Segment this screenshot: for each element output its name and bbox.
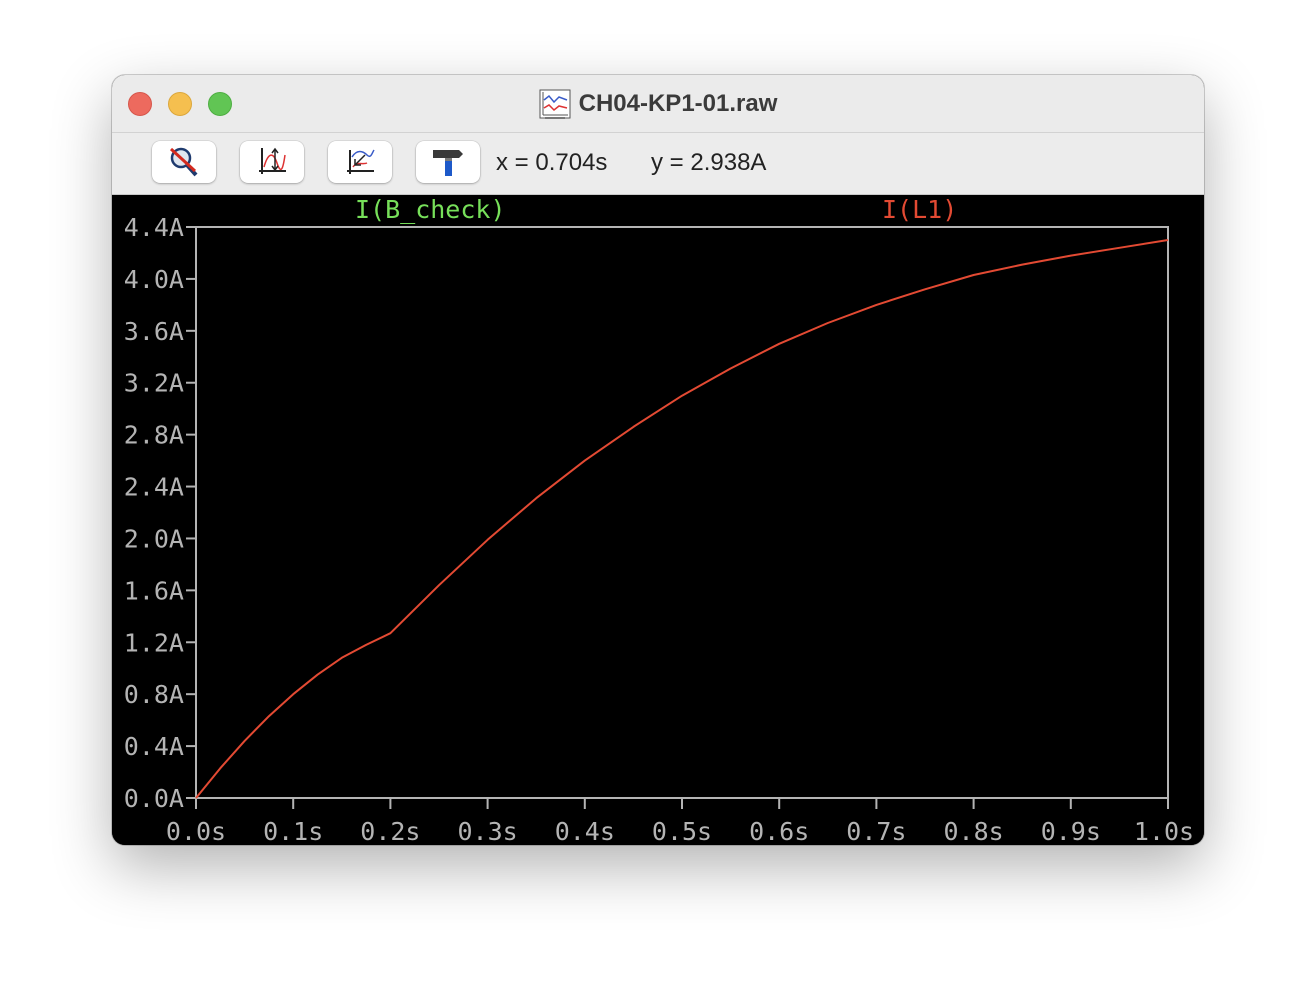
x-tick-label: 0.2s (360, 817, 420, 845)
plot-frame (195, 226, 1169, 799)
y-tick-label: 3.6A (124, 317, 184, 346)
waveform-file-icon (539, 89, 571, 119)
zoom-cancel-button[interactable] (152, 141, 216, 183)
y-tick-label: 4.0A (124, 265, 184, 294)
window-title: CH04-KP1-01.raw (578, 89, 778, 117)
zoom-back-button[interactable] (328, 141, 392, 183)
x-tick-label: 0.1s (263, 817, 323, 845)
y-tick-label: 3.2A (124, 369, 184, 398)
x-tick-label: 0.6s (749, 817, 809, 845)
y-tick-label: 2.4A (124, 473, 184, 502)
y-tick-label: 0.4A (124, 732, 184, 761)
trace-label-b-check[interactable]: I(B_check) (355, 195, 506, 224)
zoom-back-icon (347, 149, 375, 174)
y-tick-label: 0.8A (124, 680, 184, 709)
x-tick-label: 0.8s (943, 817, 1003, 845)
x-axis: 0.0s 0.1s 0.2s 0.3s 0.4s 0.5s 0.6s 0.7s 0.8s 0.9s… (166, 798, 1194, 845)
x-tick-label: 0.3s (457, 817, 517, 845)
autorange-icon (259, 147, 286, 174)
y-tick-label: 4.4A (124, 213, 184, 242)
x-tick-label: 0.7s (846, 817, 906, 845)
series-group (195, 239, 1169, 799)
zoom-cancel-icon (169, 147, 198, 177)
x-tick-label: 1.0s (1134, 817, 1194, 845)
y-tick-label: 1.6A (124, 576, 184, 605)
toolbar: x = 0.704s y = 2.938A (112, 133, 1204, 195)
trace-label-l1[interactable]: I(L1) (882, 195, 957, 224)
plot-pane[interactable]: 0.0A 0.4A 0.8A 1.2A 1.6A 2.0A 2.4A 2.8A 3.2A 3.6A… (112, 195, 1204, 845)
series-line-i-l1-[interactable] (195, 239, 1169, 799)
x-tick-label: 0.0s (166, 817, 226, 845)
waveform-window: CH04-KP1-01.raw x = 0.704s y = 2.938A 0.… (112, 75, 1204, 845)
y-tick-label: 2.8A (124, 421, 184, 450)
cursor-y-readout: y = 2.938A (651, 149, 767, 176)
autorange-button[interactable] (240, 141, 304, 183)
y-tick-label: 0.0A (124, 784, 184, 813)
y-axis: 0.0A 0.4A 0.8A 1.2A 1.6A 2.0A 2.4A 2.8A 3.2A 3.6A… (124, 213, 196, 813)
hammer-button[interactable] (416, 141, 480, 183)
y-tick-label: 2.0A (124, 524, 184, 553)
x-tick-label: 0.4s (555, 817, 615, 845)
cursor-x-readout: x = 0.704s (496, 149, 608, 176)
x-tick-label: 0.5s (652, 817, 712, 845)
y-tick-label: 1.2A (124, 628, 184, 657)
waveform-plot[interactable]: 0.0A 0.4A 0.8A 1.2A 1.6A 2.0A 2.4A 2.8A 3.2A 3.6A… (112, 195, 1204, 845)
hammer-icon (433, 150, 463, 176)
title-bar[interactable]: CH04-KP1-01.raw (112, 75, 1204, 133)
x-tick-label: 0.9s (1041, 817, 1101, 845)
